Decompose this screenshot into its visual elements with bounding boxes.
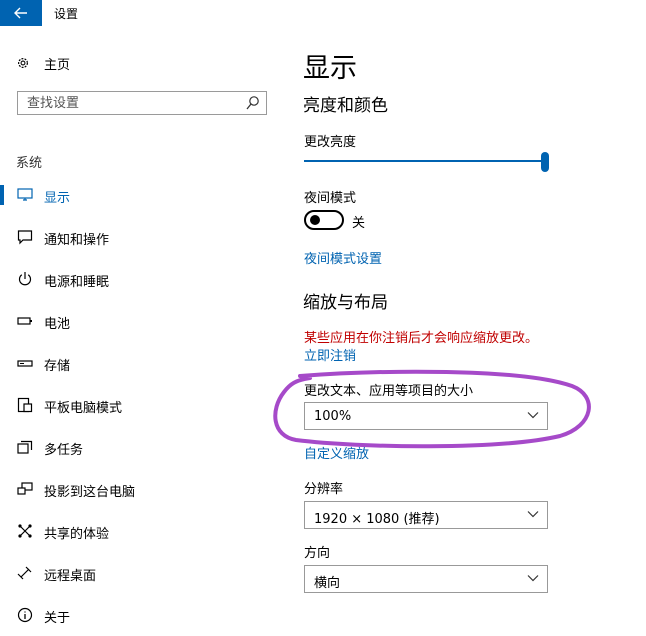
brightness-label: 更改亮度 [304, 135, 357, 150]
toggle-knob [310, 215, 320, 225]
window-title: 设置 [54, 7, 79, 21]
selection-indicator [0, 185, 4, 205]
notification-icon [16, 228, 34, 246]
scale-section-heading: 缩放与布局 [303, 293, 388, 313]
battery-icon [16, 312, 34, 330]
resolution-label: 分辨率 [304, 482, 344, 497]
search-icon[interactable] [246, 95, 260, 111]
signout-link[interactable]: 立即注销 [304, 345, 356, 364]
back-arrow-icon [14, 7, 27, 19]
brightness-section-heading: 亮度和颜色 [303, 96, 388, 116]
resolution-dropdown-value: 1920 × 1080 (推荐) [314, 512, 440, 527]
sidebar-item-display[interactable]: 显示 [0, 174, 280, 216]
sidebar-item-label: 关于 [44, 611, 71, 626]
size-dropdown-value: 100% [314, 409, 352, 424]
sidebar-group-label: 系统 [16, 156, 43, 171]
search-input[interactable] [18, 92, 237, 115]
sidebar-item-storage[interactable]: 存储 [0, 342, 280, 384]
night-mode-label: 夜间模式 [304, 191, 357, 206]
sidebar-item-label: 显示 [44, 191, 71, 206]
sidebar-home[interactable]: 主页 [16, 53, 70, 73]
gear-icon [18, 58, 28, 68]
sidebar-item-label: 电源和睡眠 [44, 275, 110, 290]
page-title: 显示 [303, 53, 357, 84]
storage-icon [16, 354, 34, 372]
power-icon [16, 270, 34, 288]
monitor-icon [16, 186, 34, 204]
size-dropdown[interactable]: 100% [304, 402, 548, 430]
sidebar-item-about[interactable]: 关于 [0, 594, 280, 636]
remote-desktop-icon [16, 564, 34, 582]
resolution-dropdown[interactable]: 1920 × 1080 (推荐) [304, 501, 548, 529]
orientation-dropdown[interactable]: 横向 [304, 565, 548, 593]
night-mode-toggle[interactable] [304, 210, 344, 230]
chevron-down-icon [527, 575, 539, 582]
night-mode-settings-link[interactable]: 夜间模式设置 [304, 248, 382, 267]
brightness-slider-thumb[interactable] [541, 152, 549, 172]
sidebar-item-label: 投影到这台电脑 [44, 485, 136, 500]
brightness-slider-track[interactable] [304, 160, 546, 162]
shared-experience-icon [16, 522, 34, 540]
sidebar-item-shared-experiences[interactable]: 共享的体验 [0, 510, 280, 552]
orientation-dropdown-value: 横向 [314, 576, 341, 591]
sidebar-item-label: 远程桌面 [44, 569, 97, 584]
custom-scale-link[interactable]: 自定义缩放 [304, 443, 369, 462]
sidebar-item-label: 多任务 [44, 443, 84, 458]
tablet-mode-icon [16, 396, 34, 414]
sidebar-item-label: 电池 [44, 317, 71, 332]
size-label: 更改文本、应用等项目的大小 [304, 384, 474, 399]
multitask-icon [16, 438, 34, 456]
chevron-down-icon [527, 412, 539, 419]
night-mode-state: 关 [352, 216, 366, 231]
search-box[interactable] [17, 91, 267, 115]
sidebar-item-remote-desktop[interactable]: 远程桌面 [0, 552, 280, 594]
scale-warning: 某些应用在你注销后才会响应缩放更改。 [304, 331, 539, 346]
orientation-label: 方向 [304, 546, 331, 561]
sidebar-item-label: 平板电脑模式 [44, 401, 123, 416]
sidebar-item-label: 通知和操作 [44, 233, 110, 248]
sidebar-item-label: 共享的体验 [44, 527, 110, 542]
back-button[interactable] [0, 0, 42, 26]
sidebar-home-label: 主页 [44, 57, 71, 73]
sidebar-item-project[interactable]: 投影到这台电脑 [0, 468, 280, 510]
sidebar-item-multitasking[interactable]: 多任务 [0, 426, 280, 468]
project-icon [16, 480, 34, 498]
sidebar-item-notifications[interactable]: 通知和操作 [0, 216, 280, 258]
sidebar-nav: 显示 通知和操作 电源和睡眠 电池 存储 平板电脑模式 多任务 投影到这台电脑 … [0, 174, 280, 636]
chevron-down-icon [527, 511, 539, 518]
sidebar-item-battery[interactable]: 电池 [0, 300, 280, 342]
sidebar-item-tablet-mode[interactable]: 平板电脑模式 [0, 384, 280, 426]
title-bar: 设置 [0, 0, 646, 26]
about-icon [16, 606, 34, 624]
sidebar-item-power[interactable]: 电源和睡眠 [0, 258, 280, 300]
sidebar-item-label: 存储 [44, 359, 71, 374]
